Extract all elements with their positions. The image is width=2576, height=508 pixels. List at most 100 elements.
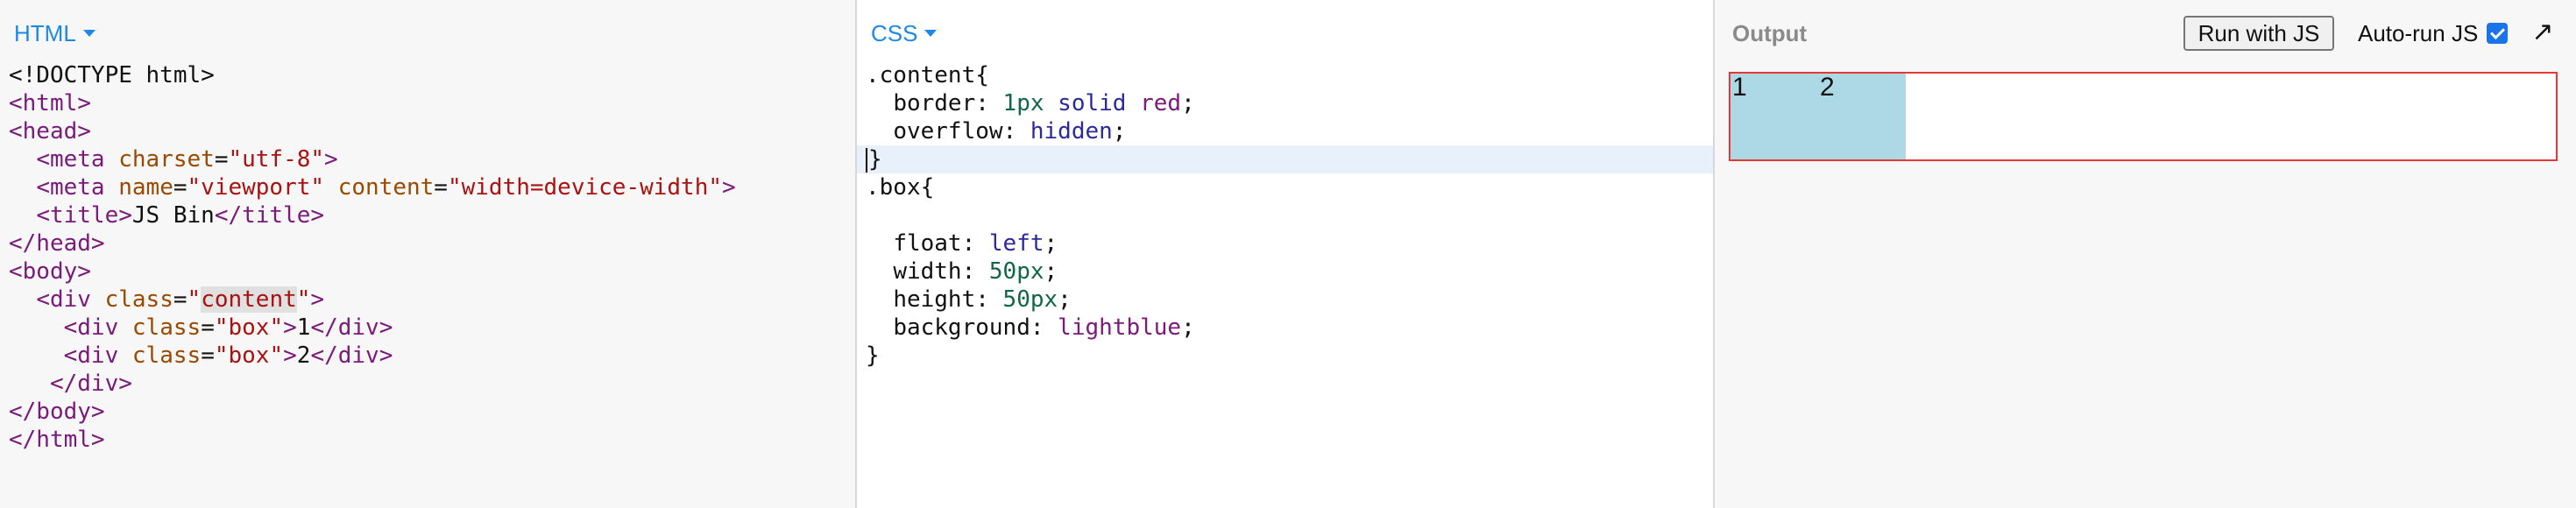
code-line: <head>: [9, 117, 855, 145]
code-token: =: [201, 314, 215, 341]
code-token: .content{: [866, 62, 989, 88]
code-line: }: [857, 145, 1713, 173]
code-line: <title>JS Bin</title>: [9, 201, 855, 229]
code-token: lightblue: [1058, 314, 1182, 341]
code-line: </body>: [9, 398, 855, 426]
code-token: }: [866, 342, 880, 369]
text-cursor: [866, 147, 867, 173]
code-token: 50px: [1002, 286, 1058, 313]
code-token: =: [214, 146, 229, 173]
code-token: hidden: [1030, 118, 1113, 145]
code-token: =: [173, 174, 188, 201]
code-token: ": [187, 286, 202, 313]
code-line: <div class="box">2</div>: [9, 342, 855, 370]
code-token: <meta: [36, 174, 119, 201]
code-token: </head>: [9, 230, 105, 257]
html-code-editor[interactable]: <!DOCTYPE html> <html> <head> <meta charse…: [9, 61, 855, 454]
code-line: float: left;: [866, 229, 1713, 258]
css-code-editor[interactable]: .content{ border: 1px solid red; overflo…: [857, 61, 1713, 370]
code-token: "box": [214, 342, 284, 369]
jsbin-editor: HTML <!DOCTYPE html> <html> <head> <meta c…: [0, 0, 2576, 508]
code-token: JS Bin: [131, 202, 215, 229]
code-token: 1px: [1002, 90, 1044, 116]
html-panel-menu[interactable]: HTML: [14, 16, 96, 51]
code-line: background: lightblue;: [866, 314, 1713, 342]
code-token: >: [283, 314, 297, 341]
code-token: 2: [296, 342, 311, 369]
code-token: <!DOCTYPE html>: [9, 62, 215, 88]
code-token: ;: [1058, 286, 1072, 313]
code-token: >: [722, 174, 736, 201]
code-token: left: [988, 230, 1044, 257]
code-token: <html>: [9, 90, 91, 116]
code-token: height: [893, 286, 976, 313]
html-panel-label: HTML: [14, 19, 76, 46]
code-line: </div>: [9, 370, 855, 398]
code-token: float: [893, 230, 962, 257]
output-panel: Output Run with JS Auto-run JS ↗ 1 2: [1715, 0, 2576, 508]
code-line: <!DOCTYPE html>: [9, 61, 855, 89]
code-token: <div: [36, 286, 105, 313]
run-with-js-button[interactable]: Run with JS: [2183, 16, 2334, 51]
expand-arrow-icon[interactable]: ↗: [2530, 19, 2556, 46]
code-token: ;: [1044, 230, 1058, 257]
code-token: ": [296, 286, 311, 313]
code-token: :: [975, 90, 1003, 116]
code-token: class: [104, 286, 173, 313]
code-token: >: [310, 286, 325, 313]
code-line: overflow: hidden;: [866, 117, 1713, 145]
code-token: width: [893, 258, 962, 285]
code-token: ;: [1112, 118, 1127, 145]
output-box: 2: [1818, 74, 1906, 159]
code-line: </head>: [9, 229, 855, 258]
code-token: :: [1030, 314, 1058, 341]
code-token: >: [283, 342, 297, 369]
code-token: <div: [63, 314, 132, 341]
code-token: 50px: [988, 258, 1044, 285]
code-line: <div class="box">1</div>: [9, 314, 855, 342]
code-token: }: [868, 146, 882, 173]
code-line: <meta name="viewport" content="width=dev…: [9, 173, 855, 201]
code-token: .box{: [866, 174, 935, 201]
code-line: <html>: [9, 89, 855, 117]
chevron-down-icon: [82, 30, 96, 37]
code-token: >: [324, 146, 338, 173]
code-token: border: [893, 90, 976, 116]
autorun-toggle[interactable]: Auto-run JS: [2358, 16, 2509, 51]
code-token: </html>: [9, 427, 105, 453]
code-token: <div: [63, 342, 132, 369]
code-token: </div>: [49, 370, 132, 397]
autorun-checkbox[interactable]: [2487, 23, 2509, 44]
output-box: 1: [1730, 74, 1818, 159]
code-line: }: [866, 342, 1713, 370]
code-token: class: [131, 342, 202, 369]
chevron-down-icon: [924, 30, 938, 37]
code-token: charset: [118, 146, 215, 173]
code-token: "viewport": [187, 174, 325, 201]
code-token: content: [337, 174, 435, 201]
code-token: 1: [296, 314, 311, 341]
code-token: "utf-8": [228, 146, 325, 173]
code-token: :: [1002, 118, 1030, 145]
code-token: <head>: [9, 118, 91, 145]
code-token: :: [961, 230, 989, 257]
code-token: </title>: [214, 202, 325, 229]
code-token: </div>: [310, 314, 393, 341]
output-frame: 1 2: [1729, 72, 2558, 161]
code-token: :: [961, 258, 989, 285]
css-panel-menu[interactable]: CSS: [871, 16, 938, 51]
code-token: "box": [214, 314, 284, 341]
code-line: </html>: [9, 426, 855, 454]
code-line: width: 50px;: [866, 258, 1713, 286]
code-token: class: [131, 314, 202, 341]
code-line: <div class="content">: [9, 286, 855, 314]
